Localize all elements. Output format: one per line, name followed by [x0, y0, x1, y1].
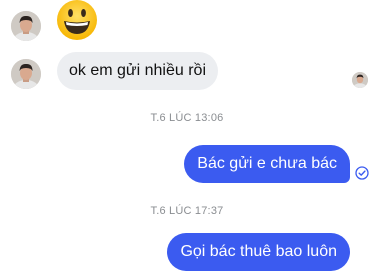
read-receipt-avatar	[352, 72, 368, 88]
incoming-message-bubble[interactable]: ok em gửi nhiều rồi	[57, 52, 218, 90]
check-circle-icon	[355, 166, 369, 180]
contact-avatar[interactable]	[11, 11, 41, 41]
outgoing-message-bubble[interactable]: Bác gửi e chưa bác	[184, 145, 350, 183]
grinning-face-emoji	[57, 0, 97, 40]
contact-avatar[interactable]	[11, 59, 41, 89]
message-timestamp: T.6 LÚC 13:06	[150, 112, 224, 124]
outgoing-message-bubble[interactable]: Gọi bác thuê bao luôn	[167, 233, 350, 271]
message-timestamp: T.6 LÚC 17:37	[150, 205, 224, 217]
emoji-message[interactable]	[55, 0, 99, 42]
